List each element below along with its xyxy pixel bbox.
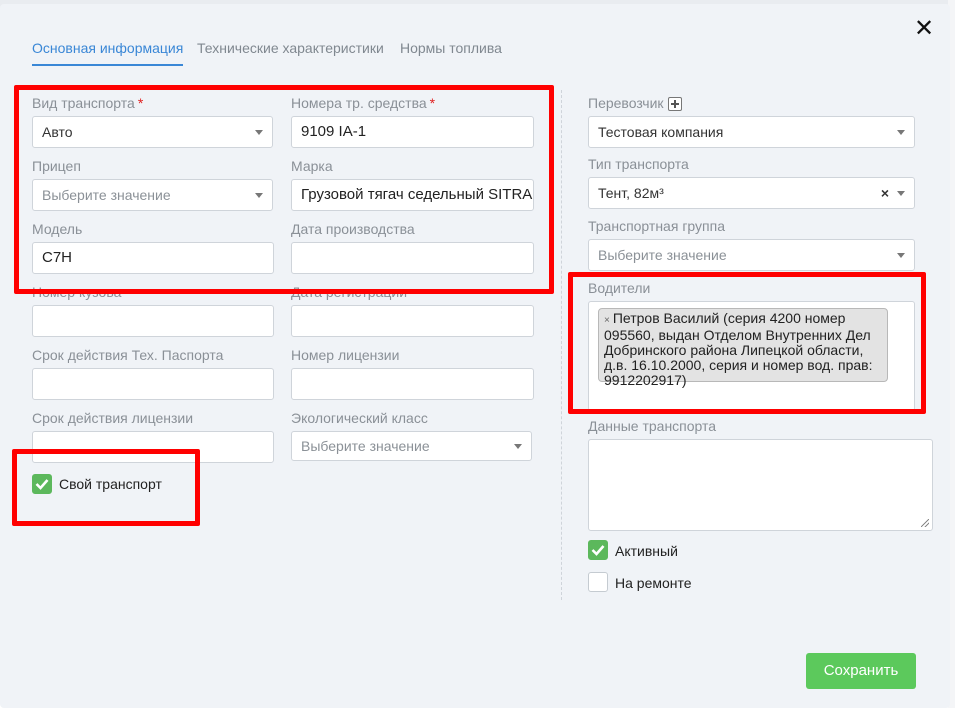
trailer-label: Прицеп <box>32 158 81 174</box>
brand-label: Марка <box>291 158 333 174</box>
vehicle-type-value: Авто <box>42 124 73 140</box>
chevron-down-icon <box>514 444 522 449</box>
tab-technical-specs[interactable]: Технические характеристики <box>197 40 384 64</box>
model-label: Модель <box>32 221 83 237</box>
carrier-label: Перевозчик <box>588 95 664 111</box>
transport-type-select[interactable]: Тент, 82м³ × <box>588 177 915 209</box>
check-icon <box>35 479 49 490</box>
brand-input[interactable]: Грузовой тягач седельный SITRAK <box>291 179 534 211</box>
registration-date-label: Дата регистрации <box>291 284 408 300</box>
tech-passport-expiry-label: Срок действия Тех. Паспорта <box>32 347 224 363</box>
vehicle-type-label: Вид транспорта * <box>32 95 144 111</box>
clear-icon[interactable]: × <box>881 178 889 208</box>
transport-group-placeholder: Выберите значение <box>598 247 727 263</box>
under-repair-checkbox[interactable] <box>588 572 608 592</box>
chevron-down-icon <box>897 191 905 196</box>
remove-tag-icon[interactable]: × <box>604 315 610 326</box>
add-carrier-icon[interactable] <box>668 97 682 111</box>
tech-passport-expiry-input[interactable] <box>32 368 274 400</box>
tab-fuel-norms[interactable]: Нормы топлива <box>400 40 502 64</box>
vehicle-type-select[interactable]: Авто <box>32 116 273 148</box>
eco-class-select[interactable]: Выберите значение <box>291 431 532 461</box>
license-number-label: Номер лицензии <box>291 347 400 363</box>
active-checkbox[interactable] <box>588 540 608 560</box>
eco-class-label: Экологический класс <box>291 410 428 426</box>
transport-type-label: Тип транспорта <box>588 156 689 172</box>
carrier-select[interactable]: Тестовая компания <box>588 116 915 148</box>
active-label: Активный <box>615 543 678 559</box>
save-button[interactable]: Сохранить <box>806 653 916 689</box>
license-expiry-input[interactable] <box>32 431 274 463</box>
chevron-down-icon <box>255 130 263 135</box>
transport-data-textarea[interactable] <box>588 439 933 531</box>
chevron-down-icon <box>897 130 905 135</box>
drivers-label: Водители <box>588 280 651 296</box>
reg-number-input[interactable]: 9109 IA-1 <box>291 116 534 148</box>
trailer-select[interactable]: Выберите значение <box>32 179 273 211</box>
vehicle-edit-modal: ✕ Основная информация Технические характ… <box>0 4 950 708</box>
transport-group-label: Транспортная группа <box>588 218 725 234</box>
driver-tag-text: Петров Василий (серия 4200 номер 095560,… <box>604 310 873 388</box>
required-mark: * <box>429 95 436 111</box>
eco-class-placeholder: Выберите значение <box>301 438 430 454</box>
transport-data-label: Данные транспорта <box>588 418 717 434</box>
license-expiry-label: Срок действия лицензии <box>32 410 194 426</box>
transport-type-value: Тент, 82м³ <box>598 185 664 201</box>
required-mark: * <box>137 95 144 111</box>
carrier-value: Тестовая компания <box>598 124 724 140</box>
registration-date-input[interactable] <box>291 305 534 337</box>
check-icon <box>591 545 605 556</box>
body-number-input[interactable] <box>32 305 274 337</box>
body-number-label: Номер кузова <box>32 284 122 300</box>
under-repair-label: На ремонте <box>615 575 692 591</box>
license-number-input[interactable] <box>291 368 534 400</box>
production-date-input[interactable] <box>291 242 534 274</box>
tab-basic-info[interactable]: Основная информация <box>32 40 184 66</box>
chevron-down-icon <box>897 253 905 258</box>
reg-number-label: Номера тр. средства * <box>291 95 436 111</box>
trailer-placeholder: Выберите значение <box>42 187 171 203</box>
column-divider <box>561 90 562 600</box>
transport-group-select[interactable]: Выберите значение <box>588 239 915 271</box>
model-input[interactable]: C7H <box>32 242 274 274</box>
driver-tag: × Петров Василий (серия 4200 номер 095560… <box>598 308 888 388</box>
production-date-label: Дата производства <box>291 221 415 237</box>
close-icon[interactable]: ✕ <box>912 16 936 42</box>
resize-handle-icon[interactable] <box>921 519 929 527</box>
own-transport-checkbox[interactable] <box>32 474 52 494</box>
own-transport-label: Свой транспорт <box>59 476 162 492</box>
chevron-down-icon <box>255 193 263 198</box>
